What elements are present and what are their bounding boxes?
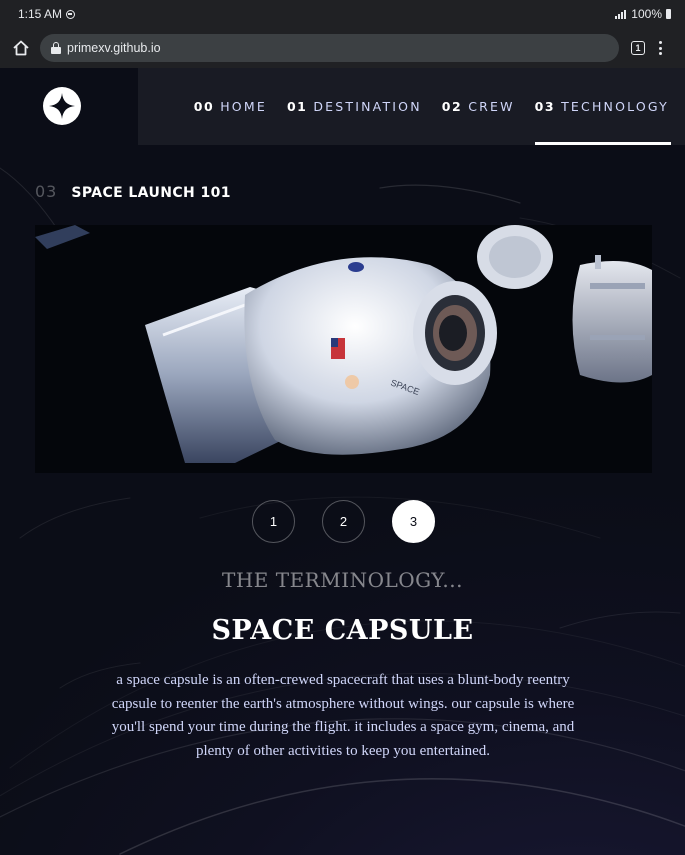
heading-number: 03 — [35, 182, 58, 201]
nav-item-technology[interactable]: 03 TECHNOLOGY — [534, 68, 672, 145]
technology-slider: 1 2 3 — [252, 500, 435, 543]
nav-item-number: 01 — [286, 99, 308, 114]
status-bar: 1:15 AM 100% — [0, 0, 685, 28]
overflow-menu-icon[interactable] — [659, 41, 662, 55]
nav-item-number: 02 — [441, 99, 463, 114]
page: 00 HOME 01 DESTINATION 02 CREW 03 TECHNOLOGY… — [0, 68, 685, 855]
slide-button-1[interactable]: 1 — [252, 500, 295, 543]
page-title: SPACE LAUNCH 101 — [71, 185, 231, 201]
battery-percent: 100% — [631, 7, 662, 21]
nav-item-label: HOME — [220, 99, 267, 114]
star-logo-icon — [49, 93, 75, 119]
nav-item-label: CREW — [468, 99, 515, 114]
page-heading: 03 SPACE LAUNCH 101 — [35, 182, 231, 201]
space-capsule-illustration: SPACE — [35, 225, 652, 473]
nav-item-number: 03 — [534, 99, 556, 114]
slide-button-3[interactable]: 3 — [392, 500, 435, 543]
technology-name: SPACE CAPSULE — [211, 615, 474, 646]
status-time: 1:15 AM — [18, 7, 63, 21]
notification-dot-icon — [66, 9, 76, 19]
nav-item-crew[interactable]: 02 CREW — [442, 68, 515, 145]
tabs-icon[interactable]: 1 — [631, 41, 645, 55]
terminology-kicker: THE TERMINOLOGY... — [221, 568, 463, 592]
battery-icon — [666, 9, 671, 19]
home-icon[interactable] — [10, 37, 32, 59]
slide-button-2[interactable]: 2 — [322, 500, 365, 543]
lock-icon — [51, 42, 61, 54]
browser-toolbar: primexv.github.io 1 — [0, 28, 685, 68]
technology-image: SPACE — [35, 225, 652, 473]
technology-description: a space capsule is an often-crewed space… — [111, 672, 575, 759]
nav-item-label: DESTINATION — [313, 99, 422, 114]
status-right: 100% — [615, 7, 671, 21]
nav-item-label: TECHNOLOGY — [561, 99, 669, 114]
main-nav: 00 HOME 01 DESTINATION 02 CREW 03 TECHNOLOGY — [138, 68, 685, 145]
site-logo[interactable] — [43, 87, 81, 125]
url-text: primexv.github.io — [67, 41, 161, 55]
signal-icon — [615, 9, 627, 19]
nav-item-destination[interactable]: 01 DESTINATION — [287, 68, 422, 145]
status-left: 1:15 AM — [18, 7, 76, 21]
address-bar[interactable]: primexv.github.io — [40, 34, 619, 62]
nav-item-number: 00 — [193, 99, 215, 114]
nav-item-home[interactable]: 00 HOME — [194, 68, 267, 145]
